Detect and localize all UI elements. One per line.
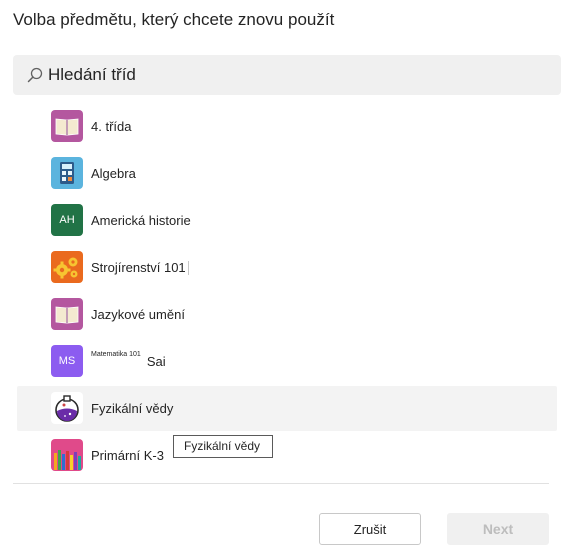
class-label-small: Matematika 101	[91, 351, 141, 358]
class-label: Primární K-3	[91, 448, 164, 463]
class-item-jazykove-umeni[interactable]: Jazykové umění	[17, 292, 557, 337]
initials-avatar: MS	[51, 345, 83, 377]
class-label-suffix: Sai	[146, 354, 166, 369]
search-input[interactable]	[46, 63, 550, 87]
class-item-fyzikalni-vedy[interactable]: Fyzikální vědy	[17, 386, 557, 431]
class-label: Jazykové umění	[91, 307, 185, 322]
class-label: Fyzikální vědy	[91, 401, 174, 416]
class-item-algebra[interactable]: Algebra	[17, 151, 557, 196]
search-box[interactable]	[13, 55, 561, 95]
class-label: 4. třída	[91, 119, 132, 134]
book-icon	[51, 298, 83, 330]
class-item-americka-historie[interactable]: AH Americká historie	[17, 198, 557, 243]
class-item-strojirenstvi-101[interactable]: Strojírenství 101	[17, 245, 557, 290]
tooltip: Fyzikální vědy	[173, 435, 273, 458]
next-button[interactable]: Next	[447, 513, 549, 545]
class-item-primarni-k3[interactable]: Primární K-3	[17, 433, 557, 478]
class-label: Americká historie	[91, 213, 191, 228]
dialog-title: Volba předmětu, který chcete znovu použí…	[13, 10, 335, 29]
text-caret	[188, 261, 189, 275]
class-label: Matematika 101 Sai	[91, 351, 166, 369]
book-icon	[51, 110, 83, 142]
gears-icon	[51, 251, 83, 283]
calculator-icon	[51, 157, 83, 189]
pencils-icon	[51, 439, 83, 471]
initials-avatar: AH	[51, 204, 83, 236]
cancel-button[interactable]: Zrušit	[319, 513, 421, 545]
flask-icon	[51, 392, 83, 424]
divider	[13, 483, 549, 484]
search-icon	[27, 67, 43, 83]
class-item-4-trida[interactable]: 4. třída	[17, 104, 557, 149]
class-label: Algebra	[91, 166, 136, 181]
class-item-matematika-101[interactable]: MS Matematika 101 Sai	[17, 339, 557, 384]
class-label: Strojírenství 101	[91, 260, 186, 275]
